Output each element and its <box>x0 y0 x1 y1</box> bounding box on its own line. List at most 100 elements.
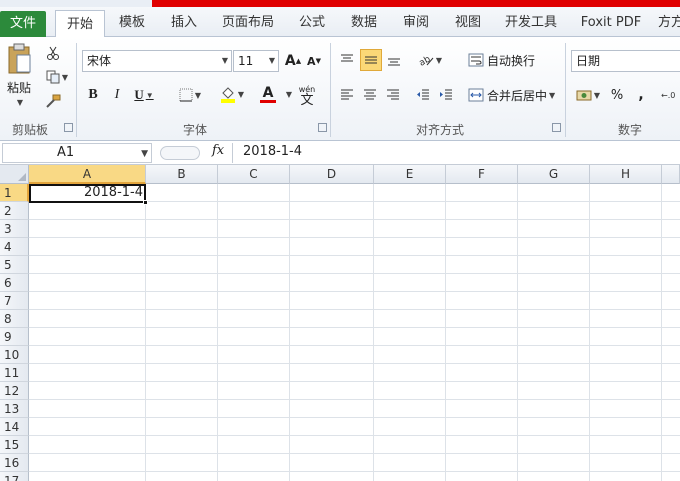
border-icon <box>179 88 193 102</box>
italic-button[interactable]: I <box>108 85 126 105</box>
bold-button[interactable]: B <box>84 85 102 105</box>
clipboard-icon <box>8 43 31 74</box>
gridline <box>29 309 680 310</box>
select-all-corner[interactable] <box>0 165 29 184</box>
paste-dropdown-icon[interactable]: ▼ <box>12 97 26 107</box>
align-middle-button[interactable] <box>360 49 382 71</box>
underline-button[interactable]: U ▼ <box>130 85 158 105</box>
formula-bar-handle[interactable] <box>160 146 200 160</box>
column-header-d[interactable]: D <box>290 165 374 184</box>
row-header[interactable]: 15 <box>0 436 29 454</box>
gridline <box>373 184 374 481</box>
orientation-button[interactable]: ab ▼ <box>416 50 444 70</box>
copy-button[interactable]: ▼ <box>42 68 72 86</box>
formula-input[interactable]: 2018-1-4 <box>232 143 678 163</box>
align-center-icon <box>364 89 376 100</box>
align-right-button[interactable] <box>384 85 402 105</box>
align-top-button[interactable] <box>337 50 357 70</box>
fill-color-button[interactable]: ▼ <box>216 83 248 105</box>
align-bottom-button[interactable] <box>384 50 404 70</box>
tab-review[interactable]: 审阅 <box>396 9 436 37</box>
tab-file[interactable]: 文件 <box>0 11 46 37</box>
shrink-font-button[interactable]: A ▼ <box>305 51 323 71</box>
font-color-dropdown-icon[interactable]: ▼ <box>284 87 292 101</box>
row-header[interactable]: 11 <box>0 364 29 382</box>
phonetic-button[interactable]: wén 文 <box>292 81 322 109</box>
increase-indent-button[interactable] <box>437 85 455 105</box>
wrap-text-button[interactable]: 自动换行 <box>468 50 540 70</box>
font-color-button[interactable]: A <box>252 83 284 105</box>
fill-handle[interactable] <box>143 200 148 205</box>
merge-center-button[interactable]: 合并后居中 ▼ <box>468 85 562 105</box>
tab-developer[interactable]: 开发工具 <box>500 9 562 37</box>
tab-template[interactable]: 模板 <box>112 9 152 37</box>
row-header[interactable]: 3 <box>0 220 29 238</box>
gridline <box>445 184 446 481</box>
clipboard-launcher-icon[interactable] <box>64 123 73 132</box>
row-header[interactable]: 7 <box>0 292 29 310</box>
grow-font-button[interactable]: A ▲ <box>284 51 302 71</box>
gridline <box>589 184 590 481</box>
align-left-icon <box>341 89 353 100</box>
column-header-next[interactable] <box>662 165 680 184</box>
font-size-select[interactable]: 11 ▼ <box>233 50 279 72</box>
align-center-button[interactable] <box>361 85 379 105</box>
column-header-a[interactable]: A <box>29 165 146 184</box>
font-launcher-icon[interactable] <box>318 123 327 132</box>
column-header-f[interactable]: F <box>446 165 518 184</box>
column-header-h[interactable]: H <box>590 165 662 184</box>
insert-function-button[interactable]: fx <box>212 143 224 158</box>
paste-button[interactable] <box>3 41 35 77</box>
currency-format-button[interactable]: ▼ <box>573 85 603 105</box>
column-header-c[interactable]: C <box>218 165 290 184</box>
tab-view[interactable]: 视图 <box>448 9 488 37</box>
tab-formulas[interactable]: 公式 <box>292 9 332 37</box>
row-header[interactable]: 4 <box>0 238 29 256</box>
row-header[interactable]: 10 <box>0 346 29 364</box>
cut-button[interactable] <box>42 44 64 62</box>
column-header-e[interactable]: E <box>374 165 446 184</box>
tab-home[interactable]: 开始 <box>55 10 105 38</box>
format-painter-button[interactable] <box>42 92 64 110</box>
row-header[interactable]: 1 <box>0 184 29 202</box>
font-color-letter: A <box>262 84 274 101</box>
number-format-select[interactable]: 日期 <box>571 50 680 72</box>
row-header[interactable]: 16 <box>0 454 29 472</box>
align-bottom-icon <box>388 58 400 66</box>
gridline <box>29 399 680 400</box>
row-header[interactable]: 8 <box>0 310 29 328</box>
tab-foxit-pdf[interactable]: Foxit PDF <box>578 9 644 37</box>
ribbon-tabs: 文件 开始 模板 插入 页面布局 公式 数据 审阅 视图 开发工具 Foxit … <box>0 7 680 38</box>
row-header[interactable]: 17 <box>0 472 29 481</box>
tab-fangfang[interactable]: 方方 <box>656 9 680 37</box>
gridline <box>29 381 680 382</box>
tab-page-layout[interactable]: 页面布局 <box>218 9 278 37</box>
font-name-select[interactable]: 宋体 ▼ <box>82 50 232 72</box>
gridline <box>29 363 680 364</box>
row-header[interactable]: 9 <box>0 328 29 346</box>
brush-icon <box>46 94 61 108</box>
row-header[interactable]: 12 <box>0 382 29 400</box>
name-box[interactable]: A1 ▼ <box>2 143 152 163</box>
percent-button[interactable]: % <box>608 85 626 105</box>
row-header[interactable]: 6 <box>0 274 29 292</box>
comma-button[interactable]: , <box>632 85 650 105</box>
align-left-button[interactable] <box>338 85 356 105</box>
spreadsheet-grid[interactable]: A B C D E F G H 1 2 3 4 5 6 7 8 9 10 11 … <box>0 165 680 481</box>
increase-decimal-button[interactable]: ←.0 <box>660 85 680 105</box>
alignment-launcher-icon[interactable] <box>552 123 561 132</box>
row-header[interactable]: 14 <box>0 418 29 436</box>
tab-insert[interactable]: 插入 <box>164 9 204 37</box>
row-header[interactable]: 2 <box>0 202 29 220</box>
decrease-indent-button[interactable] <box>414 85 432 105</box>
wrap-text-label: 自动换行 <box>487 53 536 68</box>
column-header-g[interactable]: G <box>518 165 590 184</box>
borders-button[interactable]: ▼ <box>174 85 206 105</box>
paste-label[interactable]: 粘贴 <box>3 79 35 95</box>
merge-center-label: 合并后居中 <box>487 88 548 103</box>
align-right-icon <box>387 89 399 100</box>
row-header[interactable]: 13 <box>0 400 29 418</box>
row-header[interactable]: 5 <box>0 256 29 274</box>
tab-data[interactable]: 数据 <box>344 9 384 37</box>
column-header-b[interactable]: B <box>146 165 218 184</box>
